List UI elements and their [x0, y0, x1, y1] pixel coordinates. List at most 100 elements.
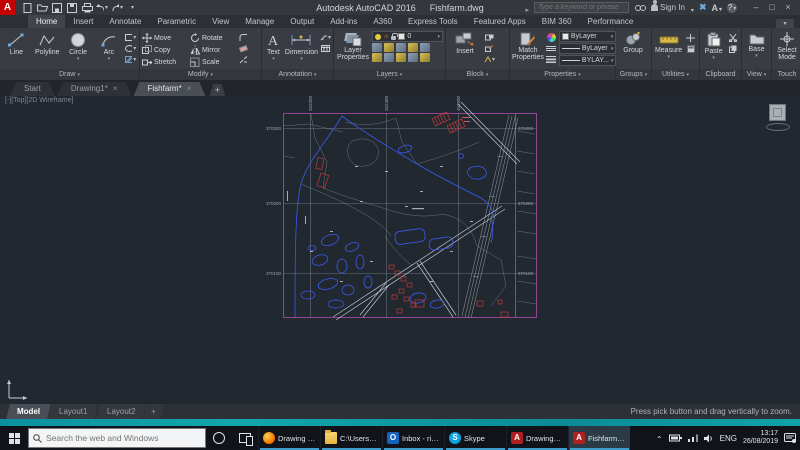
- file-tab-start[interactable]: Start: [10, 82, 55, 96]
- layer-properties-button[interactable]: Layer Properties: [336, 30, 370, 69]
- task-view-button[interactable]: [232, 426, 258, 450]
- explode-icon[interactable]: [238, 55, 249, 64]
- redo-icon[interactable]: [111, 2, 123, 13]
- taskbar-app-fishfarm[interactable]: Fishfarm.dwg: [568, 426, 630, 450]
- taskbar-app-skype[interactable]: Skype: [444, 426, 506, 450]
- save-icon[interactable]: [51, 2, 63, 13]
- taskbar-search[interactable]: [28, 428, 206, 448]
- table-icon[interactable]: [320, 44, 331, 53]
- ribbon-tab-insert[interactable]: Insert: [65, 15, 101, 28]
- taskbar-search-input[interactable]: [46, 433, 201, 443]
- panel-properties-label[interactable]: Properties: [510, 69, 615, 80]
- layer-select[interactable]: 0: [372, 31, 443, 42]
- cortana-button[interactable]: [206, 426, 232, 450]
- id-point-icon[interactable]: [685, 33, 696, 42]
- object-color-select[interactable]: ByLayer: [558, 31, 617, 42]
- circle-button[interactable]: Circle: [64, 30, 93, 69]
- move-button[interactable]: Move: [142, 32, 188, 44]
- clock[interactable]: 13:17 26/08/2019: [743, 430, 778, 446]
- notification-icon[interactable]: [784, 433, 796, 443]
- infocenter-collapse-icon[interactable]: [526, 0, 530, 17]
- layer-match-icon[interactable]: [420, 43, 430, 52]
- panel-layers-label[interactable]: Layers: [334, 69, 445, 80]
- ribbon-tab-a360[interactable]: A360: [365, 15, 400, 28]
- ribbon-tab-annotate[interactable]: Annotate: [101, 15, 149, 28]
- sign-in-button[interactable]: Sign In: [651, 0, 685, 12]
- measure-button[interactable]: Measure: [654, 30, 683, 69]
- ribbon-tab-view[interactable]: View: [204, 15, 237, 28]
- sign-in-caret-icon[interactable]: [690, 0, 694, 17]
- leader-icon[interactable]: [320, 33, 331, 42]
- panel-annotation-label[interactable]: Annotation: [262, 69, 333, 80]
- edit-block-icon[interactable]: [484, 44, 495, 53]
- fillet-icon[interactable]: [238, 33, 249, 42]
- network-icon[interactable]: [687, 434, 698, 442]
- copy-button[interactable]: Copy: [142, 44, 188, 56]
- scale-button[interactable]: Scale: [190, 56, 236, 68]
- layer-unlock-icon[interactable]: [420, 53, 430, 62]
- ribbon-tab-parametric[interactable]: Parametric: [149, 15, 204, 28]
- help-icon[interactable]: [727, 2, 737, 13]
- ribbon-tab-express-tools[interactable]: Express Tools: [400, 15, 466, 28]
- close-tab-icon[interactable]: [187, 82, 192, 96]
- open-icon[interactable]: [36, 2, 48, 13]
- new-icon[interactable]: [21, 2, 33, 13]
- create-block-icon[interactable]: [484, 33, 495, 42]
- layer-unisolate-icon[interactable]: [372, 53, 382, 62]
- maximize-button[interactable]: [764, 1, 780, 14]
- a360-icon[interactable]: [711, 3, 722, 13]
- layer-make-current-icon[interactable]: [408, 43, 418, 52]
- lineweight-select[interactable]: BYLAY...: [558, 55, 617, 66]
- hatch-icon[interactable]: [125, 55, 136, 64]
- drawing-canvas[interactable]: [-][Top][2D Wireframe] 452300 452400 452…: [0, 96, 800, 404]
- layer-thaw-all-icon[interactable]: [384, 53, 394, 62]
- save-as-icon[interactable]: [66, 2, 78, 13]
- cut-icon[interactable]: [727, 33, 738, 42]
- copy-clip-icon[interactable]: [727, 44, 738, 53]
- rectangle-icon[interactable]: [125, 33, 136, 42]
- layer-on-all-icon[interactable]: [396, 53, 406, 62]
- erase-icon[interactable]: [238, 44, 249, 53]
- model-tab[interactable]: Model: [6, 404, 51, 419]
- infocenter-search[interactable]: [534, 2, 630, 13]
- file-tab-fishfarm[interactable]: Fishfarm*: [133, 82, 205, 96]
- battery-icon[interactable]: [668, 434, 682, 442]
- ribbon-tab-manage[interactable]: Manage: [237, 15, 282, 28]
- panel-utilities-label[interactable]: Utilities: [652, 69, 699, 80]
- undo-icon[interactable]: [96, 2, 108, 13]
- define-attributes-icon[interactable]: [484, 55, 495, 64]
- plot-icon[interactable]: [81, 2, 93, 13]
- base-button[interactable]: Base: [744, 30, 769, 69]
- infocenter-search-input[interactable]: [535, 4, 629, 11]
- rotate-button[interactable]: Rotate: [190, 32, 236, 44]
- ribbon-tab-home[interactable]: Home: [28, 15, 66, 28]
- layer-lock-tool-icon[interactable]: [408, 53, 418, 62]
- volume-icon[interactable]: [703, 434, 714, 443]
- ribbon-tab-bim360[interactable]: BIM 360: [534, 15, 580, 28]
- select-mode-button[interactable]: Select Mode: [774, 30, 800, 69]
- viewcube[interactable]: [769, 104, 786, 121]
- stretch-button[interactable]: Stretch: [142, 56, 188, 68]
- group-button[interactable]: Group: [618, 30, 648, 69]
- insert-button[interactable]: Insert: [448, 30, 482, 69]
- exchange-apps-icon[interactable]: [699, 2, 707, 13]
- viewport-controls[interactable]: [-][Top][2D Wireframe]: [5, 97, 73, 104]
- panel-view-label[interactable]: View: [742, 69, 771, 80]
- language-indicator[interactable]: ENG: [720, 434, 737, 443]
- ribbon-tab-performance[interactable]: Performance: [580, 15, 642, 28]
- layout1-tab[interactable]: Layout1: [48, 404, 99, 419]
- taskbar-app-outlook[interactable]: Inbox - richar...: [382, 426, 444, 450]
- ribbon-tab-output[interactable]: Output: [282, 15, 322, 28]
- qat-customize-icon[interactable]: [126, 2, 138, 13]
- file-tab-drawing1[interactable]: Drawing1*: [57, 82, 132, 96]
- dimension-button[interactable]: Dimension: [285, 30, 318, 69]
- start-button[interactable]: [0, 426, 28, 450]
- layer-off-icon[interactable]: [396, 43, 406, 52]
- panel-modify-label[interactable]: Modify: [140, 69, 261, 80]
- ribbon-collapse-icon[interactable]: [776, 19, 794, 28]
- paste-button[interactable]: Paste: [702, 30, 725, 69]
- ellipse-icon[interactable]: [125, 44, 136, 53]
- tray-expand-icon[interactable]: [656, 429, 663, 447]
- panel-touch-label[interactable]: Touch: [772, 69, 800, 80]
- search-binoculars-icon[interactable]: [634, 2, 646, 13]
